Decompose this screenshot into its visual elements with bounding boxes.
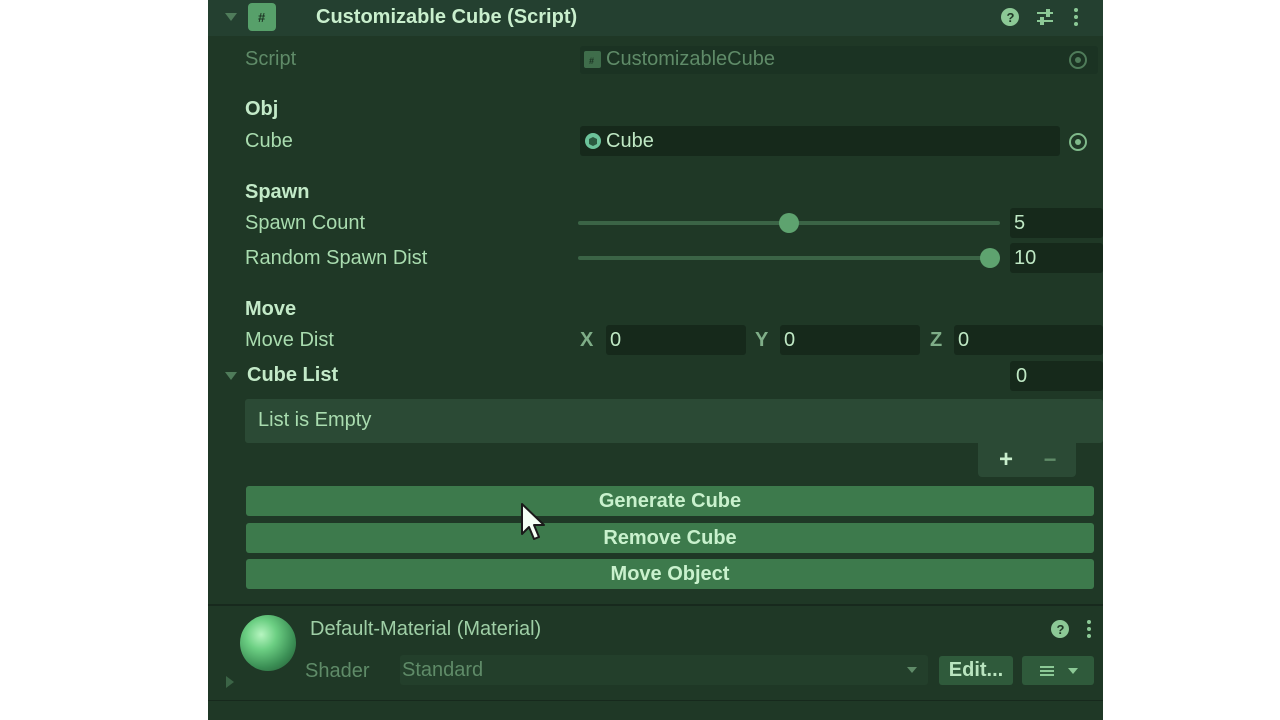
script-label: Script (245, 48, 297, 70)
generate-cube-button[interactable]: Generate Cube (246, 486, 1094, 516)
shader-value: Standard (402, 659, 484, 681)
remove-cube-button[interactable]: Remove Cube (246, 523, 1094, 553)
gameobject-icon (584, 132, 602, 150)
spawn-count-label: Spawn Count (245, 212, 366, 234)
cube-list-container (245, 399, 1103, 443)
material-foldout-icon[interactable] (222, 674, 238, 690)
cube-list-size-value: 0 (1016, 365, 1028, 387)
script-file-icon: # (248, 3, 276, 31)
help-icon[interactable]: ? (1000, 7, 1020, 27)
plus-icon: + (998, 446, 1013, 473)
random-spawn-dist-label: Random Spawn Dist (245, 247, 428, 269)
edit-shader-button[interactable]: Edit... (939, 656, 1013, 685)
cube-field-value: Cube (606, 130, 654, 152)
script-asset-icon: # (584, 51, 601, 68)
shader-options-button[interactable] (1022, 656, 1094, 685)
cube-field-label: Cube (245, 130, 293, 152)
add-element-button[interactable]: + (992, 446, 1020, 473)
obj-section-header: Obj (245, 98, 279, 120)
material-title: Default-Material (Material) (310, 618, 542, 640)
foldout-arrow-icon[interactable] (222, 8, 240, 26)
move-z-value: 0 (958, 329, 970, 351)
svg-text:?: ? (1007, 10, 1015, 25)
shader-label: Shader (305, 660, 370, 682)
shader-dropdown-arrow-icon (904, 662, 920, 678)
random-spawn-dist-slider-knob[interactable] (980, 248, 1000, 268)
move-x-label: X (580, 329, 594, 351)
move-x-field[interactable] (606, 325, 746, 355)
context-menu-icon[interactable] (1070, 7, 1082, 27)
move-z-label: Z (930, 329, 943, 351)
spawn-count-value: 5 (1014, 212, 1026, 234)
inspector-panel: # Customizable Cube (Script) ? Script # … (208, 0, 1103, 720)
random-spawn-dist-slider-track[interactable] (578, 256, 1000, 260)
cube-picker-icon[interactable] (1066, 130, 1090, 154)
object-picker-icon[interactable] (1068, 50, 1088, 70)
move-dist-label: Move Dist (245, 329, 334, 351)
spawn-count-slider-knob[interactable] (779, 213, 799, 233)
svg-text:#: # (589, 56, 594, 65)
cube-list-foldout-icon[interactable] (222, 368, 240, 384)
move-y-label: Y (755, 329, 769, 351)
move-object-button[interactable]: Move Object (246, 559, 1094, 589)
list-empty-text: List is Empty (258, 409, 372, 431)
remove-element-button[interactable]: − (1036, 447, 1064, 473)
spawn-section-header: Spawn (245, 181, 310, 203)
script-value: CustomizableCube (606, 48, 775, 70)
minus-icon: − (1043, 447, 1057, 472)
material-help-icon[interactable]: ? (1050, 619, 1070, 639)
component-divider (208, 604, 1103, 606)
material-menu-icon[interactable] (1084, 619, 1094, 639)
preset-settings-icon[interactable] (1034, 7, 1056, 27)
move-y-field[interactable] (780, 325, 920, 355)
random-spawn-dist-value: 10 (1014, 247, 1037, 269)
move-x-value: 0 (610, 329, 622, 351)
mouse-cursor-icon (520, 502, 546, 542)
move-z-field[interactable] (954, 325, 1103, 355)
component-title: Customizable Cube (Script) (316, 6, 578, 28)
move-y-value: 0 (784, 329, 796, 351)
svg-text:?: ? (1057, 622, 1065, 637)
move-section-header: Move (245, 298, 297, 320)
cube-list-label[interactable]: Cube List (247, 364, 338, 387)
bottom-divider (208, 700, 1103, 701)
material-preview-sphere (240, 615, 296, 671)
svg-text:#: # (258, 10, 266, 25)
